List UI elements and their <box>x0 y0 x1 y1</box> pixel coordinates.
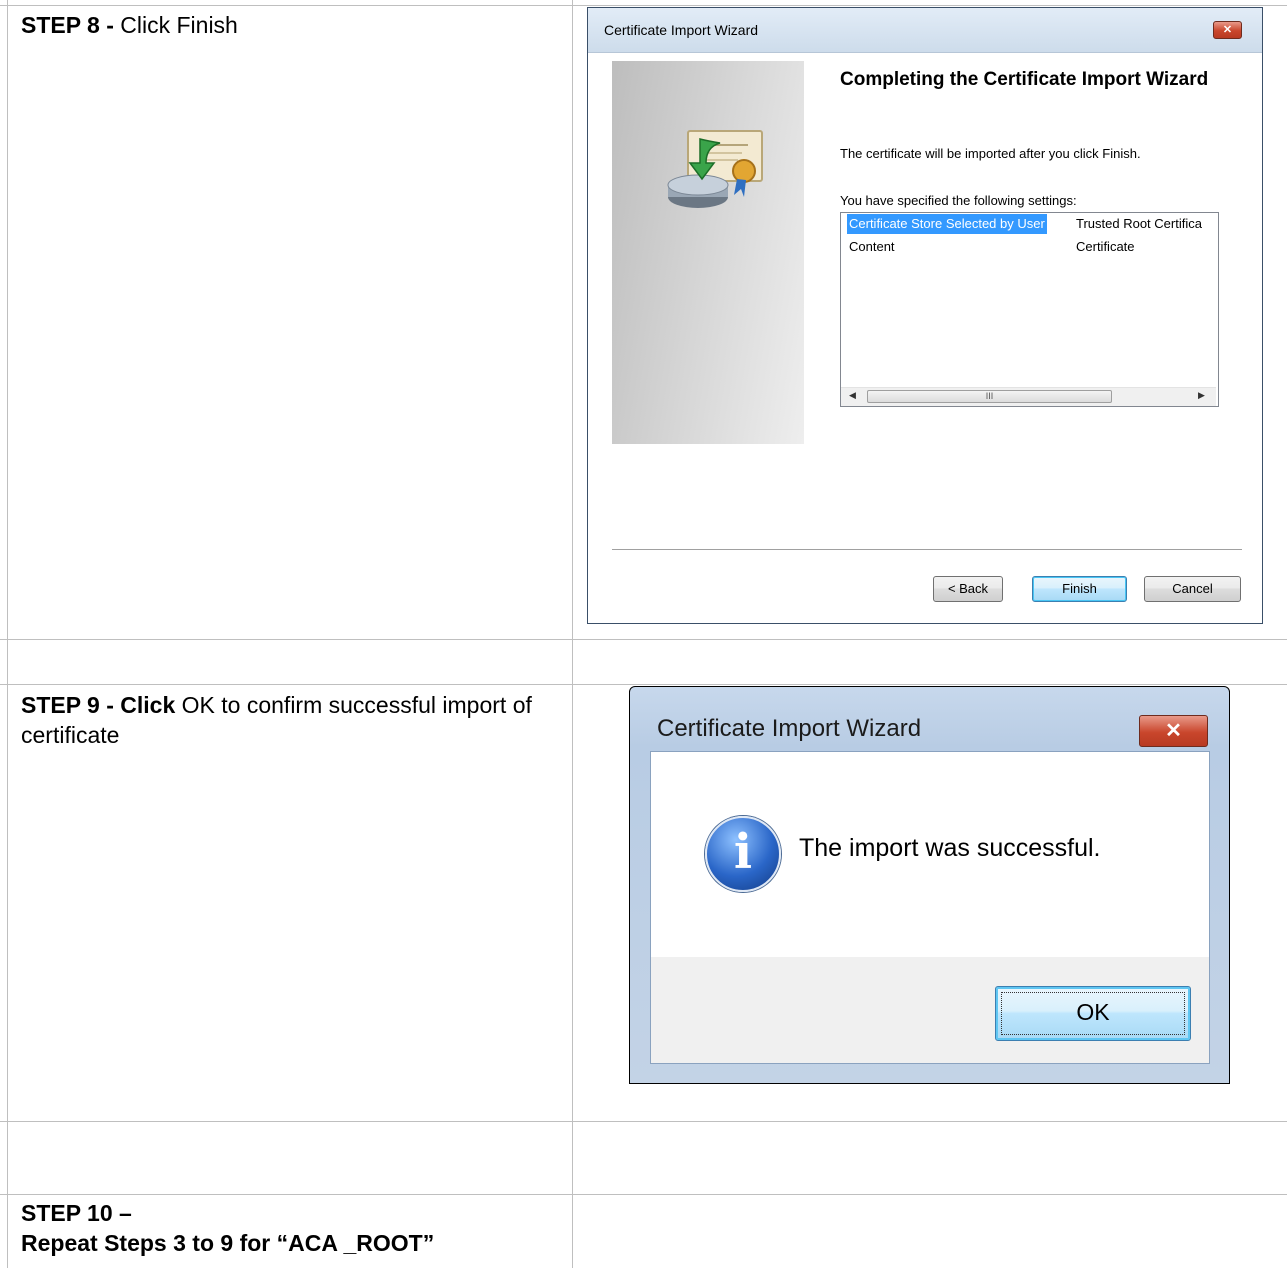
step-10-instruction: Repeat Steps 3 to 9 for “ACA _ROOT” <box>21 1230 435 1256</box>
settings-label: You have specified the following setting… <box>840 193 1077 208</box>
step-10-label: STEP 10 – <box>21 1200 132 1226</box>
wizard-message: The certificate will be imported after y… <box>840 146 1141 161</box>
step-9-label: STEP 9 - Click <box>21 692 176 718</box>
dialog-title: Certificate Import Wizard <box>604 22 759 38</box>
message-area: i The import was successful. <box>651 752 1209 957</box>
settings-list[interactable]: Certificate Store Selected by User Trust… <box>840 212 1219 407</box>
close-icon[interactable]: ✕ <box>1139 715 1208 747</box>
certificate-import-wizard-dialog: Certificate Import Wizard ✕ Completing t… <box>587 7 1263 624</box>
table-column-divider <box>572 0 573 1268</box>
step-10-text: STEP 10 – Repeat Steps 3 to 9 for “ACA _… <box>21 1198 434 1258</box>
settings-row-value[interactable]: Trusted Root Certifica <box>1076 214 1216 234</box>
table-border <box>0 639 1287 640</box>
dialog-body: i The import was successful. OK <box>650 751 1210 1064</box>
settings-row-name[interactable]: Content <box>849 237 895 257</box>
step-9-text: STEP 9 - Click OK to confirm successful … <box>21 690 561 750</box>
step-8-label: STEP 8 - <box>21 12 121 38</box>
success-message: The import was successful. <box>799 834 1101 862</box>
cancel-button[interactable]: Cancel <box>1144 576 1241 602</box>
back-button[interactable]: < Back <box>933 576 1003 602</box>
ok-button[interactable]: OK <box>995 986 1191 1041</box>
settings-row-value[interactable]: Certificate <box>1076 237 1135 257</box>
information-glyph: i <box>733 824 753 880</box>
button-separator <box>612 549 1242 550</box>
import-success-dialog: Certificate Import Wizard ✕ i The import… <box>629 686 1230 1084</box>
information-icon: i <box>705 816 781 892</box>
dialog-title: Certificate Import Wizard <box>657 715 922 742</box>
table-border <box>0 1121 1287 1122</box>
scroll-right-icon[interactable]: ▶ <box>1198 390 1205 401</box>
wizard-side-panel <box>612 61 804 444</box>
step-8-instruction: Click Finish <box>120 12 238 38</box>
dialog-title-bar: Certificate Import Wizard ✕ <box>588 8 1262 53</box>
scroll-grip: III <box>985 391 994 401</box>
step-8-text: STEP 8 - Click Finish <box>21 10 238 40</box>
scroll-thumb[interactable]: III <box>867 390 1112 403</box>
table-border <box>0 1194 1287 1195</box>
horizontal-scrollbar[interactable]: ◀ III ▶ <box>841 387 1216 406</box>
settings-row-name-selected[interactable]: Certificate Store Selected by User <box>847 214 1047 234</box>
table-border-top <box>0 5 1287 6</box>
certificate-import-icon <box>667 130 763 208</box>
table-border <box>0 684 1287 685</box>
finish-button[interactable]: Finish <box>1032 576 1127 602</box>
focus-ring <box>1001 992 1185 1035</box>
table-column-divider <box>7 0 8 1268</box>
scroll-left-icon[interactable]: ◀ <box>849 390 856 401</box>
wizard-heading: Completing the Certificate Import Wizard <box>840 69 1209 90</box>
dialog-body: Completing the Certificate Import Wizard… <box>588 53 1262 623</box>
close-icon[interactable]: ✕ <box>1213 21 1242 39</box>
